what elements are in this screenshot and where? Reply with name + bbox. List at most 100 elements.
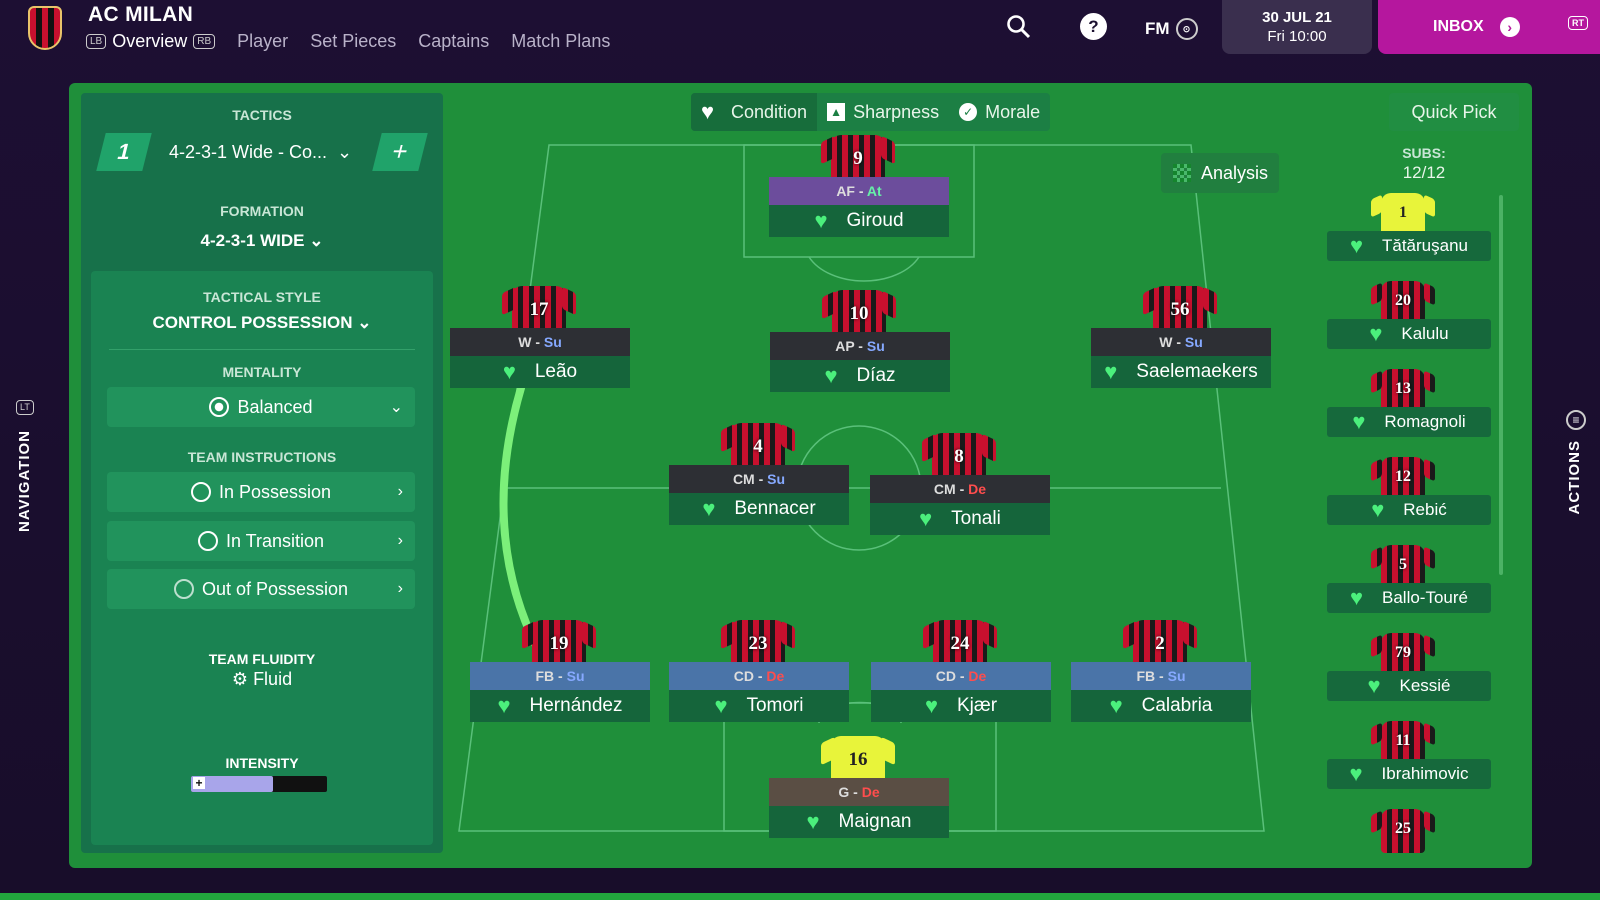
role-position: CM xyxy=(732,471,755,487)
player-role[interactable]: AF - At xyxy=(769,177,949,205)
substitute-card[interactable]: 1 ♥ Tătăruşanu xyxy=(1327,193,1491,271)
player-card[interactable]: 23 CD - De ♥ Tomori xyxy=(669,620,849,730)
player-role[interactable]: FB - Su xyxy=(1071,662,1251,690)
date-continue-box[interactable]: 30 JUL 21 Fri 10:00 xyxy=(1222,0,1372,54)
substitute-name-row: ♥ Romagnoli xyxy=(1327,407,1491,437)
navigation-label: NAVIGATION xyxy=(16,430,33,532)
substitute-card[interactable]: 12 ♥ Rebić xyxy=(1327,457,1491,535)
fm-menu-button[interactable]: FM ⊙ xyxy=(1145,18,1198,40)
tab-match-plans[interactable]: Match Plans xyxy=(511,31,610,52)
player-role[interactable]: G - De xyxy=(769,778,949,806)
toggle-sharpness[interactable]: ▲ Sharpness xyxy=(817,93,949,131)
condition-heart-icon: ♥ xyxy=(806,809,820,834)
inbox-button[interactable]: INBOX › RT xyxy=(1378,0,1600,54)
player-role[interactable]: W - Su xyxy=(1091,328,1271,356)
club-name: AC MILAN xyxy=(88,3,194,26)
navigation-toggle[interactable]: LT NAVIGATION xyxy=(14,400,38,560)
rt-button-hint-icon: RT xyxy=(1568,16,1588,30)
tab-captains[interactable]: Captains xyxy=(418,31,489,52)
rb-button-hint-icon: RB xyxy=(193,34,216,49)
player-role[interactable]: FB - Su xyxy=(470,662,650,690)
player-name: Leão xyxy=(534,361,578,382)
player-card[interactable]: 8 CM - De ♥ Tonali xyxy=(870,433,1050,543)
toggle-morale[interactable]: ✓ Morale xyxy=(949,93,1050,131)
substitute-card[interactable]: 11 ♥ Ibrahimovic xyxy=(1327,721,1491,799)
toggle-label: Condition xyxy=(731,101,808,122)
chevron-right-icon: › xyxy=(397,483,403,500)
player-role[interactable]: AP - Su xyxy=(770,332,950,360)
tab-player[interactable]: Player xyxy=(237,31,288,52)
substitute-name: Ballo-Touré xyxy=(1382,588,1468,607)
lt-button-hint-icon: LT xyxy=(16,400,34,415)
subs-label: SUBS: xyxy=(1402,145,1446,161)
shirt-icon: 25 xyxy=(1381,809,1425,853)
tab-bar: LB Overview RB Player Set Pieces Captain… xyxy=(86,31,610,52)
transition-icon xyxy=(197,531,218,551)
tactical-style-value: CONTROL POSSESSION xyxy=(152,313,353,332)
player-card[interactable]: 17 W - Su ♥ Leão xyxy=(450,286,630,396)
player-card[interactable]: 16 G - De ♥ Maignan xyxy=(769,736,949,846)
tactical-style-dropdown[interactable]: CONTROL POSSESSION ⌄ xyxy=(91,313,433,333)
player-card[interactable]: 10 AP - Su ♥ Díaz xyxy=(770,290,950,400)
in-possession-button[interactable]: In Possession › xyxy=(107,472,415,512)
tab-set-pieces[interactable]: Set Pieces xyxy=(310,31,396,52)
player-card[interactable]: 24 CD - De ♥ Kjær xyxy=(871,620,1051,730)
subs-scrollbar[interactable] xyxy=(1499,195,1503,575)
player-card[interactable]: 19 FB - Su ♥ Hernández xyxy=(470,620,650,730)
player-role[interactable]: CM - De xyxy=(870,475,1050,503)
substitute-name-row: ♥ Rebić xyxy=(1327,495,1491,525)
add-tactic-button[interactable]: + xyxy=(372,133,428,171)
player-role[interactable]: CM - Su xyxy=(669,465,849,493)
player-card[interactable]: 56 W - Su ♥ Saelemaekers xyxy=(1091,286,1271,396)
player-name-row: ♥ Giroud xyxy=(769,205,949,237)
player-role[interactable]: W - Su xyxy=(450,328,630,356)
divider xyxy=(109,349,415,350)
fm-label: FM xyxy=(1145,19,1170,38)
formation-dropdown[interactable]: 4-2-3-1 WIDE ⌄ xyxy=(81,231,443,251)
analysis-button[interactable]: Analysis xyxy=(1161,153,1279,193)
help-icon[interactable]: ? xyxy=(1080,13,1107,40)
tactic-slot[interactable]: 1 xyxy=(96,133,152,171)
player-name-row: ♥ Bennacer xyxy=(669,493,849,525)
quick-pick-button[interactable]: Quick Pick xyxy=(1389,93,1519,131)
chevron-right-icon: › xyxy=(397,532,403,549)
in-transition-button[interactable]: In Transition › xyxy=(107,521,415,561)
role-duty: Su xyxy=(543,334,562,350)
search-icon[interactable] xyxy=(1006,14,1032,46)
out-of-possession-button[interactable]: Out of Possession › xyxy=(107,569,415,609)
chevron-right-icon: › xyxy=(1499,17,1520,37)
out-of-possession-icon xyxy=(173,579,194,599)
substitute-card[interactable]: 20 ♥ Kalulu xyxy=(1327,281,1491,359)
actions-label: ACTIONS xyxy=(1566,440,1583,515)
mentality-dropdown[interactable]: Balanced ⌄ xyxy=(107,387,415,427)
substitute-name-row: ♥ Ballo-Touré xyxy=(1327,583,1491,613)
player-name-row: ♥ Tomori xyxy=(669,690,849,722)
role-position: CD xyxy=(733,668,754,684)
player-name: Díaz xyxy=(856,365,896,386)
grid-icon xyxy=(1173,164,1191,182)
player-name: Maignan xyxy=(838,811,912,832)
player-card[interactable]: 9 AF - At ♥ Giroud xyxy=(769,135,949,245)
substitute-card[interactable]: 13 ♥ Romagnoli xyxy=(1327,369,1491,447)
tab-overview[interactable]: LB Overview RB xyxy=(86,31,216,52)
player-name-row: ♥ Leão xyxy=(450,356,630,388)
player-card[interactable]: 2 FB - Su ♥ Calabria xyxy=(1071,620,1251,730)
player-card[interactable]: 4 CM - Su ♥ Bennacer xyxy=(669,423,849,533)
instruction-label: In Possession xyxy=(218,481,332,502)
condition-heart-icon: ♥ xyxy=(814,208,828,233)
player-name: Saelemaekers xyxy=(1136,361,1258,382)
tactics-screen: TACTICS 1 4-2-3-1 Wide - Co... ⌄ + FORMA… xyxy=(69,83,1532,868)
player-role[interactable]: CD - De xyxy=(871,662,1051,690)
tactics-panel: TACTICS 1 4-2-3-1 Wide - Co... ⌄ + FORMA… xyxy=(81,93,443,853)
toggle-condition[interactable]: ♥ Condition xyxy=(691,93,818,131)
substitute-name: Tătăruşanu xyxy=(1382,236,1468,255)
player-name: Kjær xyxy=(956,695,998,716)
substitute-card[interactable]: 25 xyxy=(1327,809,1491,887)
player-role[interactable]: CD - De xyxy=(669,662,849,690)
condition-heart-icon: ♥ xyxy=(502,359,516,384)
substitute-card[interactable]: 5 ♥ Ballo-Touré xyxy=(1327,545,1491,623)
team-instructions-title: TEAM INSTRUCTIONS xyxy=(187,449,337,465)
tactic-name-dropdown[interactable]: 4-2-3-1 Wide - Co... ⌄ xyxy=(159,133,369,171)
actions-toggle[interactable]: ≡ ACTIONS xyxy=(1564,410,1588,550)
substitute-card[interactable]: 79 ♥ Kessié xyxy=(1327,633,1491,711)
